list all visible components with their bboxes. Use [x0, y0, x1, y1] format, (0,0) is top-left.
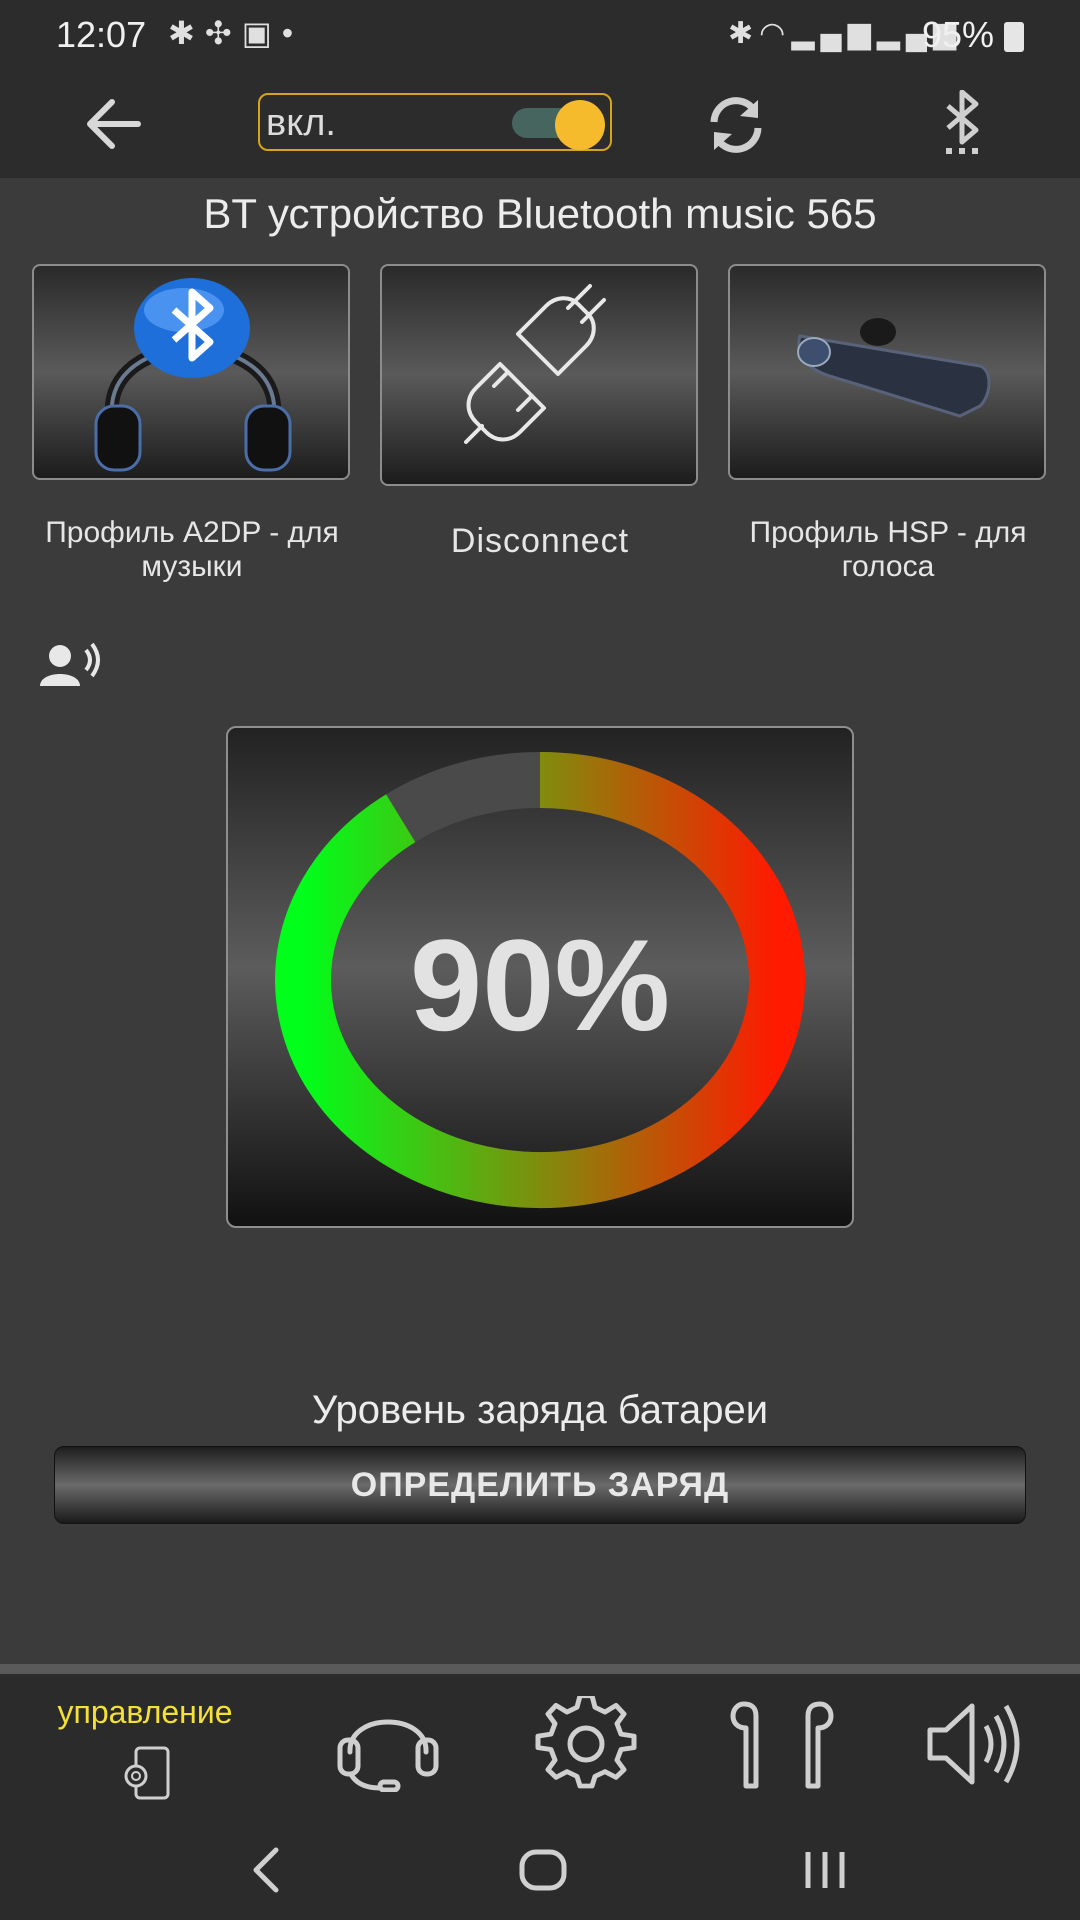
detect-charge-label: ОПРЕДЕЛИТЬ ЗАРЯД: [350, 1466, 730, 1504]
hsp-profile-button[interactable]: [728, 264, 1046, 480]
battery-level-caption: Уровень заряда батареи: [311, 1388, 769, 1432]
headphones-bluetooth-icon: [94, 278, 292, 472]
status-notification-icons: ✱✣▣•: [168, 14, 303, 52]
speaker-icon[interactable]: [924, 1696, 1040, 1792]
link-icon: ✣: [204, 15, 242, 51]
battery-percent: 95%: [922, 14, 995, 55]
power-label: вкл.: [266, 102, 336, 144]
headset-earpiece-icon: [797, 318, 991, 418]
settings-gear-icon[interactable]: [528, 1696, 644, 1792]
signal-icon: ▂▄▆: [791, 17, 877, 50]
bluetooth-menu-icon[interactable]: [932, 90, 992, 156]
a2dp-profile-label: Профиль A2DP - для музыки: [45, 516, 339, 583]
nav-control-label[interactable]: управление: [30, 1694, 260, 1731]
power-switch-knob[interactable]: [555, 100, 605, 150]
system-back-icon[interactable]: [246, 1844, 286, 1896]
battery-percent-value: 90%: [409, 912, 671, 1058]
bottom-nav-divider: [0, 1664, 1080, 1674]
bluetooth-icon: ✱: [728, 17, 760, 50]
voice-speaker-icon[interactable]: [38, 640, 104, 690]
bluetooth-headset-icon: ✱: [168, 15, 205, 51]
plug-disconnect-icon: [464, 284, 606, 444]
headset-icon[interactable]: [330, 1696, 446, 1792]
refresh-icon[interactable]: [700, 92, 772, 158]
disconnect-label: Disconnect: [450, 522, 630, 560]
dot-icon: •: [281, 15, 304, 51]
control-icon[interactable]: [116, 1746, 174, 1802]
device-title: BT устройство Bluetooth music 565: [203, 190, 877, 237]
a2dp-profile-button[interactable]: [32, 264, 350, 480]
hsp-profile-label: Профиль HSP - для голоса: [749, 516, 1027, 583]
earbuds-icon[interactable]: [724, 1696, 840, 1792]
system-recents-icon[interactable]: [800, 1848, 850, 1892]
image-icon: ▣: [241, 15, 282, 51]
back-arrow-icon[interactable]: [78, 92, 150, 156]
disconnect-button[interactable]: [380, 264, 698, 486]
battery-icon: [1004, 22, 1024, 52]
status-time: 12:07: [56, 14, 147, 55]
system-home-icon[interactable]: [518, 1846, 568, 1894]
wifi-icon: ◠: [759, 17, 792, 50]
